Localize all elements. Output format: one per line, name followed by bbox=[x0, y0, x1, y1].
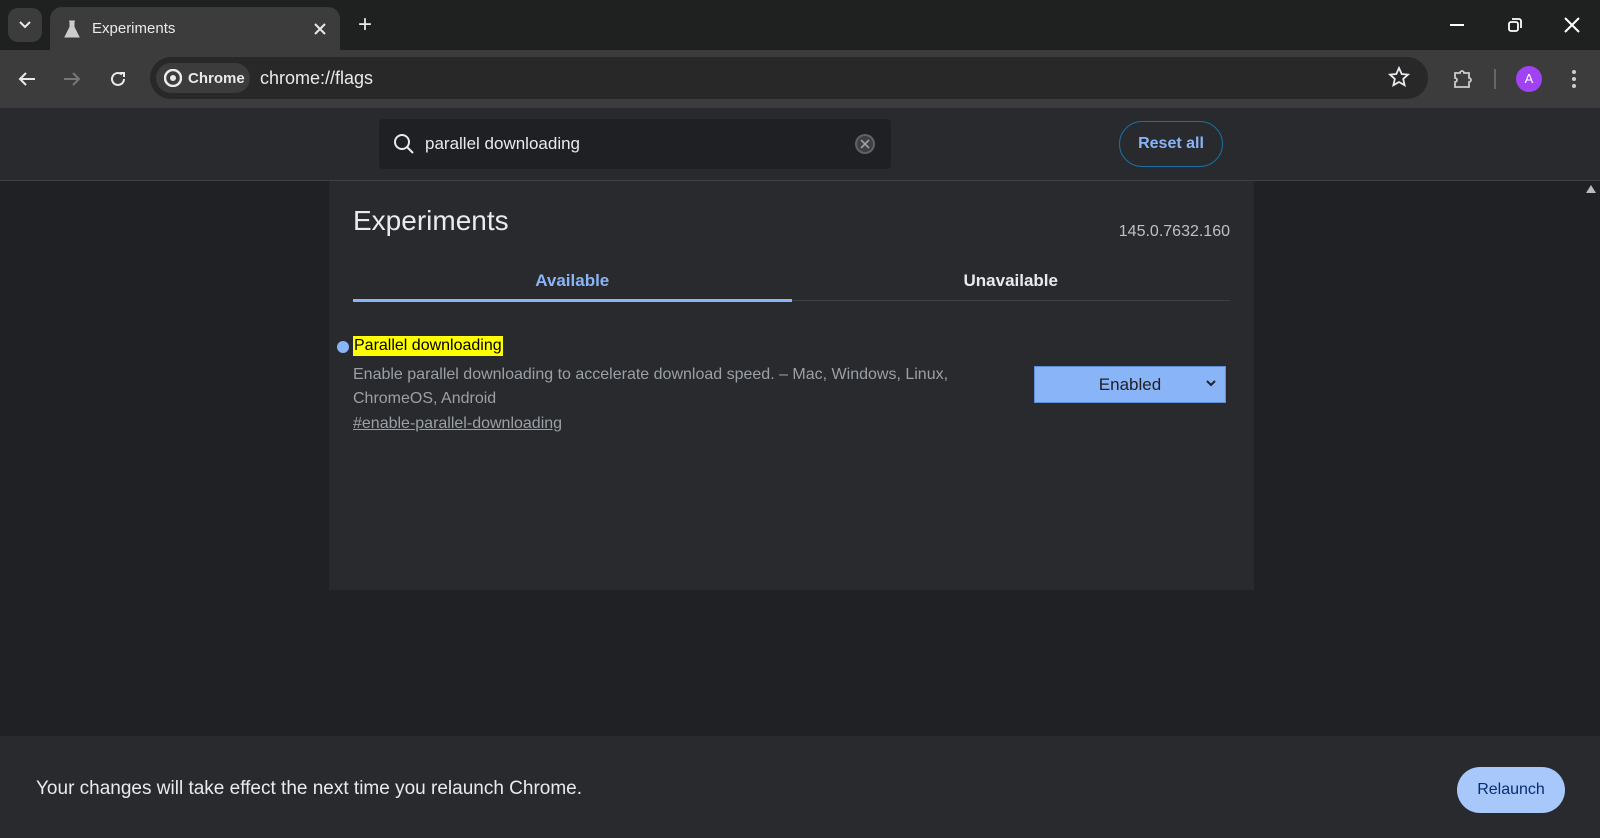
menu-button[interactable] bbox=[1559, 64, 1589, 94]
address-bar[interactable]: Chrome chrome://flags bbox=[150, 57, 1428, 99]
flags-header: parallel downloading Reset all bbox=[0, 108, 1600, 181]
scroll-up-arrow-icon[interactable] bbox=[1586, 185, 1596, 193]
flag-permalink[interactable]: #enable-parallel-downloading bbox=[353, 415, 562, 433]
arrow-right-icon bbox=[64, 72, 81, 86]
site-info-chip[interactable]: Chrome bbox=[156, 63, 250, 93]
page-title: Experiments bbox=[353, 205, 509, 236]
profile-avatar[interactable]: A bbox=[1516, 66, 1542, 92]
puzzle-icon bbox=[1454, 70, 1472, 88]
tab-available[interactable]: Available bbox=[353, 271, 792, 302]
reset-all-button[interactable]: Reset all bbox=[1119, 121, 1223, 167]
tab-unavailable[interactable]: Unavailable bbox=[792, 271, 1231, 291]
tab-title: Experiments bbox=[92, 20, 176, 37]
url-text[interactable]: chrome://flags bbox=[260, 68, 373, 89]
relaunch-message: Your changes will take effect the next t… bbox=[36, 778, 583, 799]
minimize-button[interactable] bbox=[1437, 10, 1477, 40]
new-tab-button[interactable]: + bbox=[352, 12, 378, 38]
reload-button[interactable] bbox=[103, 64, 133, 94]
toolbar: Chrome chrome://flags A bbox=[0, 50, 1600, 108]
back-button[interactable] bbox=[12, 64, 42, 94]
relaunch-bar: Your changes will take effect the next t… bbox=[0, 736, 1600, 838]
reload-icon bbox=[111, 71, 125, 86]
toolbar-divider bbox=[1494, 69, 1496, 89]
search-query: parallel downloading bbox=[425, 134, 581, 153]
tab-list: Available Unavailable bbox=[353, 271, 1231, 302]
flags-search-input[interactable]: parallel downloading bbox=[379, 119, 891, 169]
chevron-down-icon bbox=[1206, 380, 1216, 387]
arrow-left-icon bbox=[18, 72, 35, 86]
flask-icon bbox=[64, 20, 80, 37]
tab-experiments[interactable]: Experiments bbox=[50, 7, 340, 50]
tab-search-button[interactable] bbox=[8, 8, 42, 42]
relaunch-button[interactable]: Relaunch bbox=[1457, 767, 1565, 813]
flag-name: Parallel downloading bbox=[353, 336, 503, 356]
chip-label: Chrome bbox=[188, 69, 245, 87]
restore-icon bbox=[1508, 18, 1522, 32]
more-vert-icon bbox=[1572, 70, 1576, 88]
search-icon bbox=[394, 134, 414, 154]
flag-description: Enable parallel downloading to accelerat… bbox=[353, 366, 949, 407]
minimize-icon bbox=[1450, 24, 1464, 26]
bookmark-star-icon[interactable] bbox=[1388, 66, 1410, 88]
flag-state-select[interactable]: Enabled bbox=[1034, 366, 1226, 403]
chrome-logo-icon bbox=[164, 69, 182, 87]
extensions-button[interactable] bbox=[1448, 64, 1478, 94]
modified-indicator bbox=[337, 341, 349, 353]
close-window-button[interactable] bbox=[1552, 10, 1592, 40]
forward-button[interactable] bbox=[57, 64, 87, 94]
version-label: 145.0.7632.160 bbox=[1118, 223, 1230, 240]
selected-value: Enabled bbox=[1098, 374, 1162, 394]
experiments-panel: Experiments 145.0.7632.160 Available Una… bbox=[329, 181, 1254, 590]
close-icon bbox=[1564, 17, 1580, 33]
close-tab-icon[interactable] bbox=[314, 22, 326, 35]
scrollbar[interactable] bbox=[1582, 181, 1600, 736]
clear-search-icon[interactable] bbox=[854, 133, 876, 155]
restore-button[interactable] bbox=[1495, 10, 1535, 40]
tab-strip: Experiments + bbox=[0, 0, 1600, 50]
chevron-down-icon bbox=[19, 21, 31, 29]
